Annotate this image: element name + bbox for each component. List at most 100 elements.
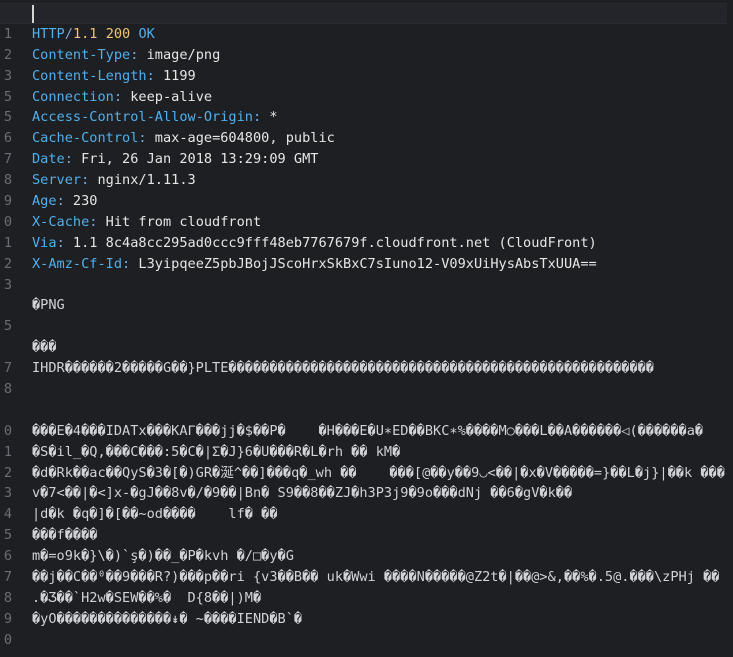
header-colon: : bbox=[252, 109, 262, 126]
status-line: HTTP/1.1 200 OK bbox=[32, 24, 733, 45]
line-number: 2 bbox=[3, 464, 12, 481]
line-number: 8 bbox=[3, 381, 12, 398]
header-key: Cache-Control bbox=[32, 130, 139, 147]
line-number: 7 bbox=[3, 569, 12, 586]
header-line: X-Amz-Cf-Id: L3yipqeeZ5pbJBojJScoHrxSkBx… bbox=[32, 254, 733, 275]
header-line: Content-Length: 1199 bbox=[32, 66, 733, 87]
line-number: 5 bbox=[3, 318, 12, 335]
status-code-token: 200 bbox=[105, 25, 131, 42]
line-number: 1 bbox=[3, 25, 12, 42]
body-line bbox=[32, 400, 733, 421]
header-line: Server: nginx/1.11.3 bbox=[32, 170, 733, 191]
header-value: nginx/1.11.3 bbox=[89, 172, 196, 189]
header-line: Connection: keep-alive bbox=[32, 87, 733, 108]
body-line: ���f���� bbox=[32, 527, 98, 544]
line-number: 6 bbox=[3, 130, 12, 147]
header-value: 1.1 8c4a8cc295ad0ccc9fff48eb7767679f.clo… bbox=[64, 234, 597, 251]
line-number: 1 bbox=[3, 234, 12, 251]
header-line: Access-Control-Allow-Origin: * bbox=[32, 107, 733, 128]
line-number bbox=[0, 3, 12, 24]
header-value: L3yipqeeZ5pbJBojJScoHrxSkBxC7sIuno12-V09… bbox=[130, 255, 597, 272]
header-colon: : bbox=[64, 151, 73, 168]
line-number: 1 bbox=[3, 443, 12, 460]
body-line: .�Ʒ��`H2w�SEW��%� D{8��|)M� bbox=[32, 589, 262, 606]
header-value: 1199 bbox=[154, 67, 196, 84]
line-number: 2 bbox=[3, 255, 12, 272]
header-value: Hit from cloudfront bbox=[97, 213, 262, 230]
body-line: ��j��C��⁰��9���R?)���p��ri {v3��B�� uk�W… bbox=[32, 569, 720, 586]
status-reason-token: OK bbox=[138, 25, 155, 42]
header-value: image/png bbox=[138, 46, 221, 63]
header-colon: : bbox=[113, 88, 123, 105]
body-line: ���E�4���IDATx���KAΓ���jj�$��P� �H���E�U… bbox=[32, 422, 704, 439]
body-line: ��� bbox=[32, 339, 57, 356]
line-number: 8 bbox=[3, 172, 12, 189]
header-colon: : bbox=[56, 193, 65, 210]
header-colon: : bbox=[138, 130, 147, 147]
line-number: 7 bbox=[3, 360, 12, 377]
header-key: Content-Length bbox=[32, 67, 147, 84]
header-key: Server bbox=[32, 172, 82, 189]
header-key: X-Amz-Cf-Id bbox=[32, 255, 123, 272]
line-number: 3 bbox=[3, 67, 12, 84]
body-line: m�=o9k�}\�)`ş�)��_�P�kvh �/□�y�G bbox=[32, 548, 294, 565]
code-content[interactable]: HTTP/1.1 200 OK Content-Type: image/png C… bbox=[32, 3, 733, 630]
header-key: Connection bbox=[32, 88, 114, 105]
header-line: X-Cache: Hit from cloudfront bbox=[32, 212, 733, 233]
line-number-gutter: 1 2 3 5 5 6 7 8 9 0 1 2 3 5 7 8 0 1 2 3 4 5 6 7 8 9 0 bbox=[0, 3, 12, 651]
line-number: 4 bbox=[3, 506, 12, 523]
body-line bbox=[32, 275, 733, 296]
code-editor[interactable]: 1 2 3 5 5 6 7 8 9 0 1 2 3 5 7 8 0 1 2 3 4 5 6 7 8 9 0 HTTP/1.1 200… bbox=[0, 0, 733, 657]
body-line: �yO��������������↡� ~����IEND�B`� bbox=[32, 610, 303, 627]
body-line bbox=[32, 379, 733, 400]
line-number: 5 bbox=[3, 109, 12, 126]
body-line bbox=[32, 316, 733, 337]
line-number: 8 bbox=[3, 589, 12, 606]
line-number: 9 bbox=[3, 193, 12, 210]
line-number bbox=[0, 295, 12, 316]
line-number: 0 bbox=[3, 213, 12, 230]
header-key: Date bbox=[32, 151, 65, 168]
protocol-token: HTTP bbox=[32, 25, 65, 42]
header-key: Age bbox=[32, 193, 57, 210]
line-number: 6 bbox=[3, 548, 12, 565]
header-line: Content-Type: image/png bbox=[32, 45, 733, 66]
body-line: �PNG bbox=[32, 297, 65, 314]
header-line: Cache-Control: max-age=604800, public bbox=[32, 128, 733, 149]
line-number: 5 bbox=[3, 88, 12, 105]
header-value: 230 bbox=[64, 193, 98, 210]
line-number bbox=[0, 400, 12, 421]
empty-line bbox=[32, 3, 733, 24]
header-value: max-age=604800, public bbox=[146, 130, 335, 147]
line-number: 3 bbox=[3, 485, 12, 502]
header-key: Via bbox=[32, 234, 57, 251]
line-number: 2 bbox=[3, 46, 12, 63]
header-value: keep-alive bbox=[122, 88, 213, 105]
line-number: 9 bbox=[3, 610, 12, 627]
line-number: 3 bbox=[3, 276, 12, 293]
header-value: Fri, 26 Jan 2018 13:29:09 GMT bbox=[72, 151, 319, 168]
body-lines: �PNG ��� IHDR������2�����G��}PLTE���������… bbox=[32, 275, 733, 630]
line-number: 7 bbox=[3, 151, 12, 168]
body-line: v�7<��|�<]x-�gJ��8v�/�9��|Bn� S9��8��ZJ�… bbox=[32, 485, 573, 502]
header-line: Date: Fri, 26 Jan 2018 13:29:09 GMT bbox=[32, 149, 733, 170]
body-line: �S�il_�Q,���C���:5�C�|Σ�J}6�U���R�L�rh �… bbox=[32, 443, 401, 460]
header-key: Content-Type bbox=[32, 46, 131, 63]
line-number: 0 bbox=[3, 631, 12, 648]
line-number: 0 bbox=[3, 422, 12, 439]
header-key: Access-Control-Allow-Origin bbox=[32, 109, 253, 126]
header-value: * bbox=[261, 109, 278, 126]
header-line: Via: 1.1 8c4a8cc295ad0ccc9fff48eb7767679… bbox=[32, 233, 733, 254]
slash-token: / bbox=[64, 25, 73, 42]
header-line: Age: 230 bbox=[32, 191, 733, 212]
line-number bbox=[0, 337, 12, 358]
header-lines: Content-Type: image/png Content-Length: 1… bbox=[32, 45, 733, 275]
header-colon: : bbox=[56, 234, 65, 251]
vertical-scrollbar[interactable] bbox=[727, 0, 733, 657]
header-key: X-Cache bbox=[32, 213, 90, 230]
body-line: |d�k �q�]�[��~od���� lf� �� bbox=[32, 506, 278, 523]
body-line: IHDR������2�����G��}PLTE����������������… bbox=[32, 360, 654, 377]
line-number: 5 bbox=[3, 527, 12, 544]
version-token: 1.1 bbox=[72, 25, 98, 42]
header-colon: : bbox=[146, 67, 155, 84]
